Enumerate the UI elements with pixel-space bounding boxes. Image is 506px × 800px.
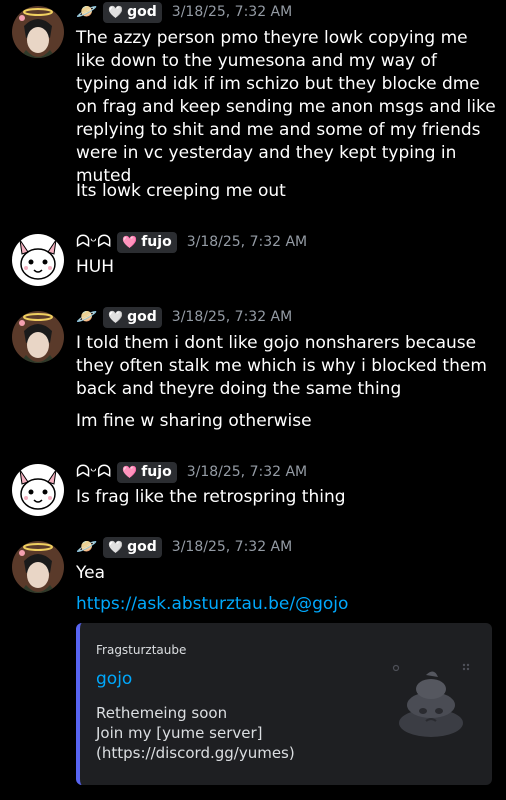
role-label: god [127, 539, 157, 555]
timestamp: 3/18/25, 7:32 AM [186, 234, 308, 250]
avatar-user-god[interactable] [12, 6, 64, 58]
message-header: 🪐 🤍 god 3/18/25, 7:32 AM [76, 535, 292, 559]
embed-description-line: Join my [yume server](https://discord.gg… [96, 724, 295, 762]
message-text: I told them i dont like gojo nonsharers … [76, 333, 487, 399]
message-text: Its lowk creeping me out [76, 181, 286, 201]
heart-icon: 🩷 [122, 235, 138, 249]
username-badge[interactable]: 🪐 [76, 2, 97, 22]
embed-title-link[interactable]: gojo [96, 669, 132, 689]
message-link[interactable]: https://ask.absturztau.be/@gojo [76, 593, 496, 616]
timestamp: 3/18/25, 7:32 AM [186, 464, 308, 480]
role-pill[interactable]: 🤍 god [103, 536, 162, 558]
message-header: ᗣᵕᗣ 🩷 fujo 3/18/25, 7:32 AM [76, 460, 307, 484]
heart-icon: 🩷 [122, 465, 138, 479]
username-badge[interactable]: ᗣᵕᗣ [76, 232, 111, 252]
embed-description: Rethemeing soon Join my [yume server](ht… [96, 703, 346, 763]
timestamp: 3/18/25, 7:32 AM [171, 539, 293, 555]
timestamp: 3/18/25, 7:32 AM [171, 309, 293, 325]
poop-emoji-thumbnail[interactable] [384, 653, 478, 747]
avatar-user-fujo[interactable] [12, 464, 64, 516]
username-badge[interactable]: 🪐 [76, 537, 97, 557]
role-label: fujo [141, 234, 172, 250]
avatar-user-fujo[interactable] [12, 234, 64, 286]
message-text: HUH [76, 257, 115, 277]
heart-icon: 🤍 [108, 5, 124, 19]
embed-provider[interactable]: Fragsturztaube [96, 643, 186, 657]
heart-icon: 🤍 [108, 540, 124, 554]
role-label: god [127, 4, 157, 20]
timestamp: 3/18/25, 7:32 AM [171, 4, 293, 20]
role-pill[interactable]: 🩷 fujo [117, 231, 177, 253]
heart-icon: 🤍 [108, 310, 124, 324]
role-label: fujo [141, 464, 172, 480]
username-badge[interactable]: ᗣᵕᗣ [76, 462, 111, 482]
message-text: Is frag like the retrospring thing [76, 487, 346, 507]
avatar-user-god[interactable] [12, 311, 64, 363]
embed-description-line: Rethemeing soon [96, 704, 228, 722]
role-pill[interactable]: 🩷 fujo [117, 461, 177, 483]
role-pill[interactable]: 🤍 god [103, 306, 162, 328]
role-pill[interactable]: 🤍 god [103, 1, 162, 23]
message-text: The azzy person pmo theyre lowk copying … [76, 28, 496, 186]
avatar-user-god[interactable] [12, 541, 64, 593]
message-header: 🪐 🤍 god 3/18/25, 7:32 AM [76, 305, 292, 329]
link-embed: Fragsturztaube gojo Rethemeing soon Join… [76, 623, 492, 785]
message-header: 🪐 🤍 god 3/18/25, 7:32 AM [76, 0, 292, 24]
message-header: ᗣᵕᗣ 🩷 fujo 3/18/25, 7:32 AM [76, 230, 307, 254]
message-text: Im fine w sharing otherwise [76, 411, 312, 431]
username-badge[interactable]: 🪐 [76, 307, 97, 327]
message-text: Yea [76, 563, 106, 583]
role-label: god [127, 309, 157, 325]
